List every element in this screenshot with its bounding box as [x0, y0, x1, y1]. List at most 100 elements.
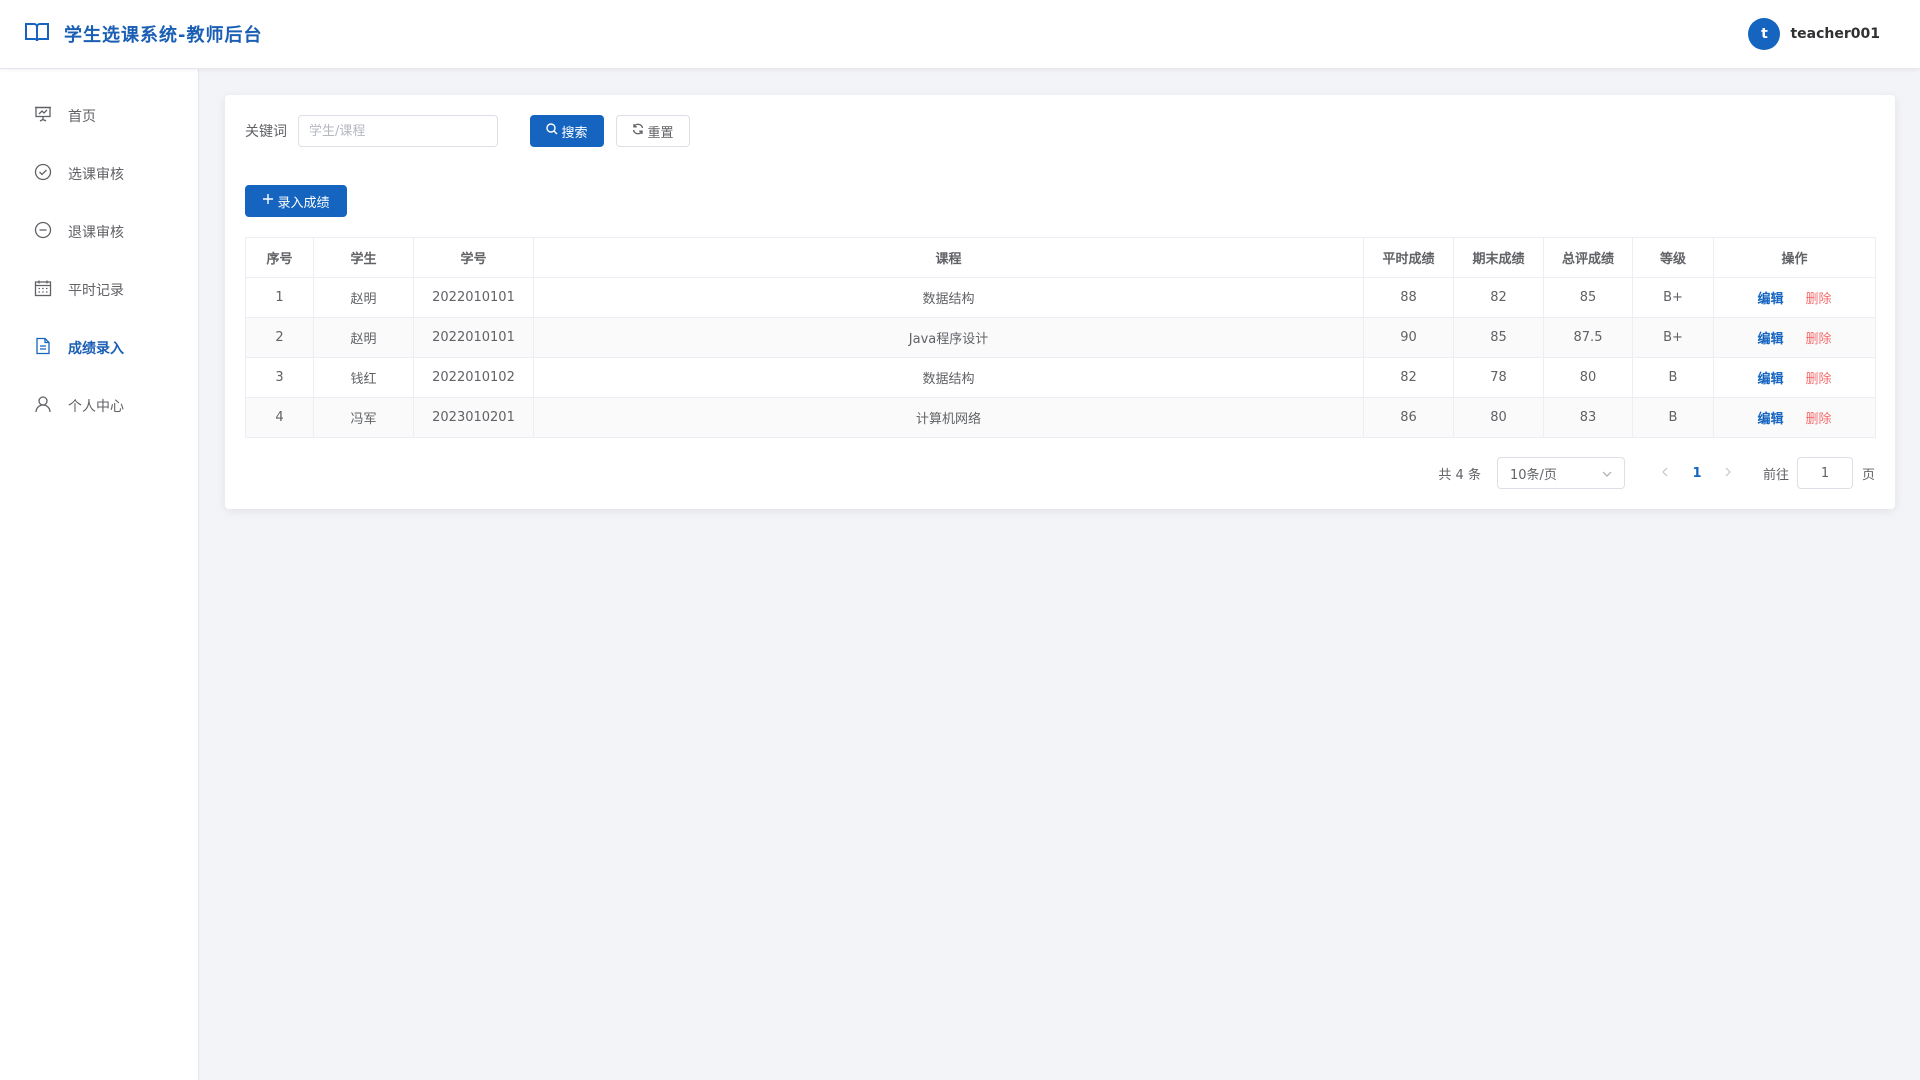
cell-grade: B: [1632, 397, 1714, 438]
presentation-icon: [34, 105, 52, 127]
goto-suffix: 页: [1861, 467, 1875, 483]
page-number[interactable]: 1: [1681, 466, 1713, 481]
cell-usual: 88: [1363, 277, 1454, 318]
cell-usual: 90: [1363, 317, 1454, 358]
username[interactable]: teacher001: [1790, 26, 1880, 42]
edit-link[interactable]: 编辑: [1757, 412, 1783, 427]
table-row: 3 钱红 2022010102 数据结构 82 78 80 B 编辑 删除: [245, 357, 1876, 398]
brand: 学生选课系统-教师后台: [24, 21, 262, 47]
table-header-row: 序号 学生 学号 课程 平时成绩 期末成绩 总评成绩 等级 操作: [245, 237, 1876, 278]
page-size-select[interactable]: 10条/页: [1496, 457, 1625, 489]
calendar-icon: [34, 279, 52, 301]
avatar[interactable]: t: [1748, 18, 1781, 50]
column-header: 等级: [1632, 237, 1714, 278]
cell-final: 82: [1453, 277, 1544, 318]
cell-index: 1: [245, 277, 314, 318]
check-circle-icon: [34, 163, 52, 185]
table-row: 1 赵明 2022010101 数据结构 88 82 85 B+ 编辑 删除: [245, 277, 1876, 318]
cell-final: 85: [1453, 317, 1544, 358]
sidebar-item-home[interactable]: 首页: [0, 87, 198, 145]
sidebar-item-label: 个人中心: [68, 399, 124, 415]
cell-student: 赵明: [313, 277, 414, 318]
cell-usual: 86: [1363, 397, 1454, 438]
cell-grade: B: [1632, 357, 1714, 398]
user-menu[interactable]: t teacher001: [1748, 18, 1880, 50]
column-header: 序号: [245, 237, 314, 278]
cell-grade: B+: [1632, 277, 1714, 318]
cell-student: 冯军: [313, 397, 414, 438]
cell-student-id: 2022010102: [413, 357, 534, 398]
cell-actions: 编辑 删除: [1713, 397, 1876, 438]
delete-link[interactable]: 删除: [1806, 372, 1832, 387]
app-title: 学生选课系统-教师后台: [64, 25, 263, 46]
prev-page-button[interactable]: [1649, 466, 1681, 481]
cell-actions: 编辑 删除: [1713, 277, 1876, 318]
edit-link[interactable]: 编辑: [1757, 292, 1783, 307]
sidebar-item-label: 选课审核: [68, 167, 124, 183]
add-grade-button[interactable]: 录入成绩: [245, 185, 347, 217]
cell-student: 赵明: [313, 317, 414, 358]
plus-icon: [262, 193, 274, 209]
sidebar-item-grade-entry[interactable]: 成绩录入: [0, 319, 198, 377]
cell-total: 87.5: [1543, 317, 1633, 358]
delete-link[interactable]: 删除: [1806, 332, 1832, 347]
cell-student-id: 2023010201: [413, 397, 534, 438]
cell-course: 数据结构: [533, 277, 1364, 318]
cell-total: 80: [1543, 357, 1633, 398]
cell-index: 2: [245, 317, 314, 358]
edit-link[interactable]: 编辑: [1757, 372, 1783, 387]
cell-actions: 编辑 删除: [1713, 317, 1876, 358]
cell-course: 数据结构: [533, 357, 1364, 398]
cell-course: Java程序设计: [533, 317, 1364, 358]
search-input[interactable]: [298, 115, 498, 147]
total-count: 共 4 条: [1438, 467, 1481, 483]
chevron-left-icon: [1661, 466, 1668, 481]
chevron-right-icon: [1725, 466, 1732, 481]
column-header: 课程: [533, 237, 1364, 278]
reset-button[interactable]: 重置: [616, 115, 690, 147]
column-header: 学生: [313, 237, 414, 278]
top-header: 学生选课系统-教师后台 t teacher001: [0, 0, 1920, 69]
column-header: 期末成绩: [1453, 237, 1544, 278]
search-icon: [546, 123, 558, 139]
cell-final: 80: [1453, 397, 1544, 438]
goto-label: 前往: [1762, 467, 1789, 483]
search-bar: 关键词 搜索 重置: [245, 115, 690, 147]
sidebar-item-profile[interactable]: 个人中心: [0, 377, 198, 435]
cell-final: 78: [1453, 357, 1544, 398]
search-button[interactable]: 搜索: [530, 115, 604, 147]
cell-total: 83: [1543, 397, 1633, 438]
table-row: 4 冯军 2023010201 计算机网络 86 80 83 B 编辑 删除: [245, 397, 1876, 438]
goto-page-input[interactable]: [1796, 457, 1853, 489]
main-card: 关键词 搜索 重置 录入成绩: [225, 95, 1895, 509]
table-row: 2 赵明 2022010101 Java程序设计 90 85 87.5 B+ 编…: [245, 317, 1876, 358]
sidebar-item-label: 退课审核: [68, 225, 124, 241]
cell-student-id: 2022010101: [413, 317, 534, 358]
grades-table: 序号 学生 学号 课程 平时成绩 期末成绩 总评成绩 等级 操作 1 赵明 20…: [245, 237, 1876, 438]
cell-total: 85: [1543, 277, 1633, 318]
delete-link[interactable]: 删除: [1806, 412, 1832, 427]
cell-grade: B+: [1632, 317, 1714, 358]
add-button-label: 录入成绩: [277, 195, 330, 211]
column-header: 学号: [413, 237, 534, 278]
search-label: 关键词: [245, 124, 287, 140]
search-button-label: 搜索: [561, 125, 588, 141]
sidebar-item-course-review[interactable]: 选课审核: [0, 145, 198, 203]
cell-usual: 82: [1363, 357, 1454, 398]
column-header: 平时成绩: [1363, 237, 1454, 278]
sidebar-item-usual-record[interactable]: 平时记录: [0, 261, 198, 319]
delete-link[interactable]: 删除: [1806, 292, 1832, 307]
edit-link[interactable]: 编辑: [1757, 332, 1783, 347]
cell-actions: 编辑 删除: [1713, 357, 1876, 398]
page-size-value: 10条/页: [1509, 467, 1557, 483]
sidebar: 首页 选课审核 退课审核 平时记录 成绩录入 个人中心: [0, 69, 199, 1080]
next-page-button[interactable]: [1713, 466, 1745, 481]
reset-button-label: 重置: [647, 125, 674, 141]
user-icon: [34, 395, 52, 417]
cell-student-id: 2022010101: [413, 277, 534, 318]
pagination: 共 4 条 10条/页 1 前往 页: [1438, 457, 1875, 489]
sidebar-item-drop-review[interactable]: 退课审核: [0, 203, 198, 261]
cell-student: 钱红: [313, 357, 414, 398]
sidebar-item-label: 成绩录入: [68, 341, 124, 357]
column-header: 总评成绩: [1543, 237, 1633, 278]
